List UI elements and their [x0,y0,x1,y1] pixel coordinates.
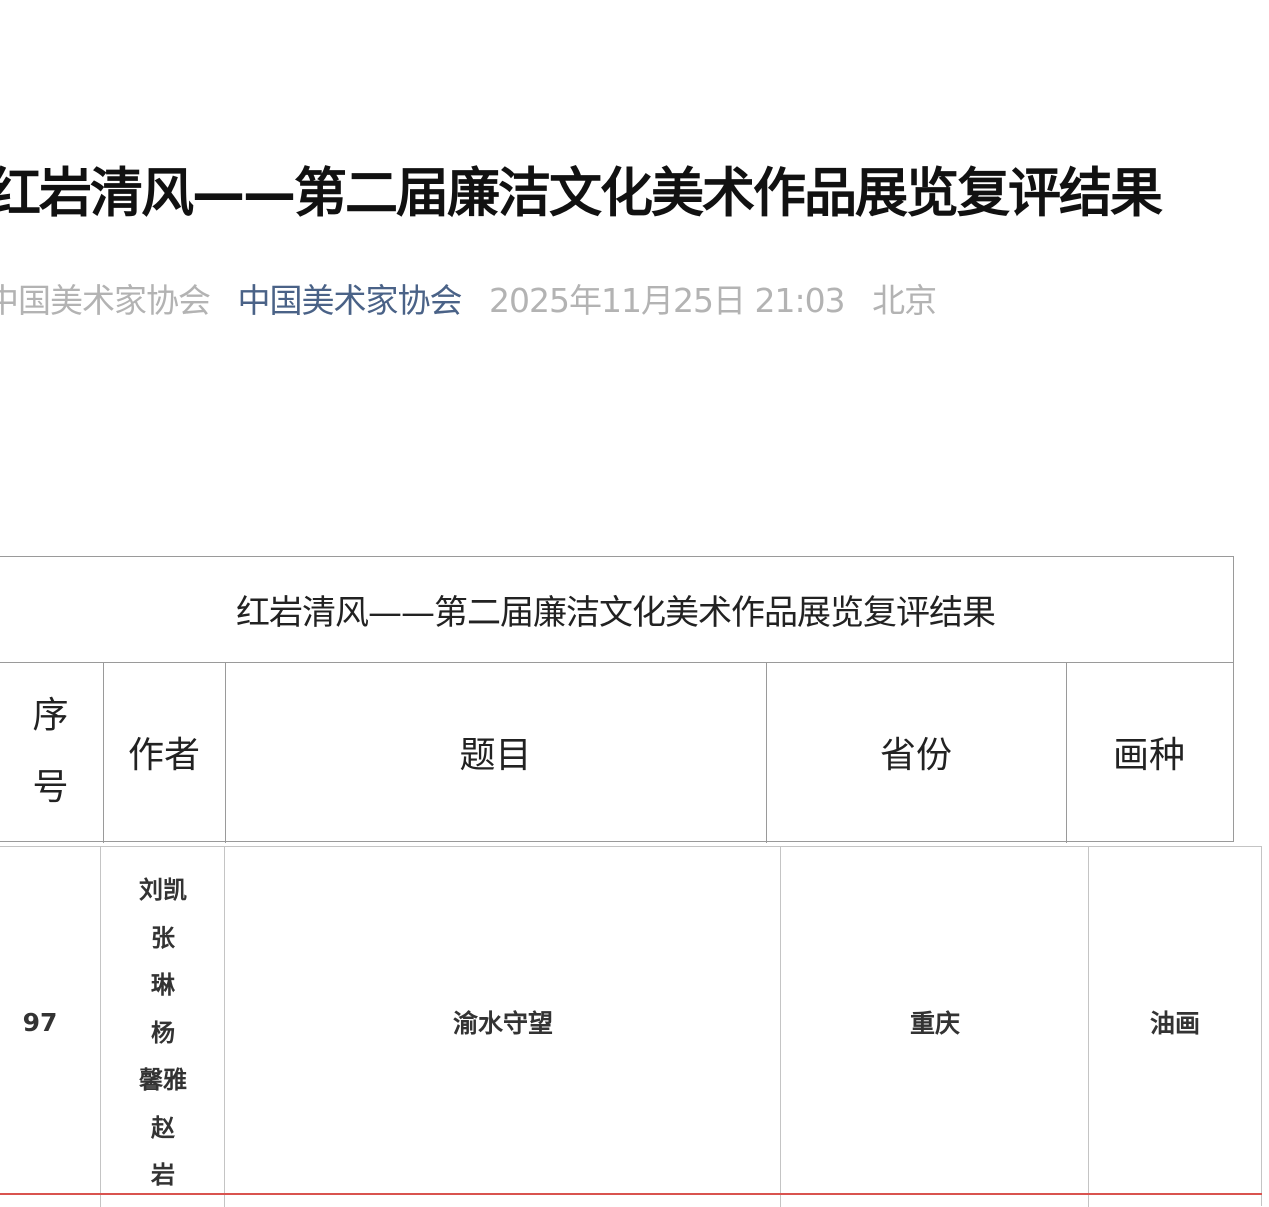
row-highlight-line [0,1193,1262,1195]
cell-title: 渝水守望 [452,1009,553,1038]
author-line: 赵 [151,1113,175,1142]
source-name: 中国美术家协会 [0,281,211,320]
header-category: 画种 [1112,735,1185,776]
cell-authors: 刘凯 张 琳 杨 馨雅 赵 岩 [104,867,222,1200]
table-row: 97 刘凯 张 琳 杨 馨雅 赵 岩 渝水守望 重庆 油画 [0,846,1262,1207]
column-divider [224,847,225,1207]
author-line: 琳 [151,971,175,999]
author-line: 杨 [151,1018,175,1047]
author-line: 刘凯 [139,876,187,904]
author-line: 馨雅 [139,1066,187,1094]
header-author: 作者 [127,735,200,776]
header-seq: 序 号 [32,695,69,808]
column-divider [100,847,101,1207]
cell-province: 重庆 [909,1009,960,1038]
table-caption: 红岩清风——第二届廉洁文化美术作品展览复评结果 [0,557,1233,663]
column-divider [780,847,781,1207]
publish-location: 北京 [872,281,937,320]
column-divider [1088,847,1089,1207]
author-line: 张 [151,923,175,952]
publish-datetime: 2025年11月25日 21:03 [489,281,846,320]
account-link[interactable]: 中国美术家协会 [238,281,463,320]
article-meta: 中国美术家协会 中国美术家协会 2025年11月25日 21:03 北京 [0,276,954,326]
results-table-header: 红岩清风——第二届廉洁文化美术作品展览复评结果 序 号 作者 题目 省份 画种 [0,556,1234,843]
header-province: 省份 [879,735,952,776]
cell-seq: 97 [22,1007,58,1037]
article-title: 红岩清风——第二届廉洁文化美术作品展览复评结果 [0,163,1163,224]
cell-category: 油画 [1149,1009,1200,1038]
header-title: 题目 [459,735,532,776]
